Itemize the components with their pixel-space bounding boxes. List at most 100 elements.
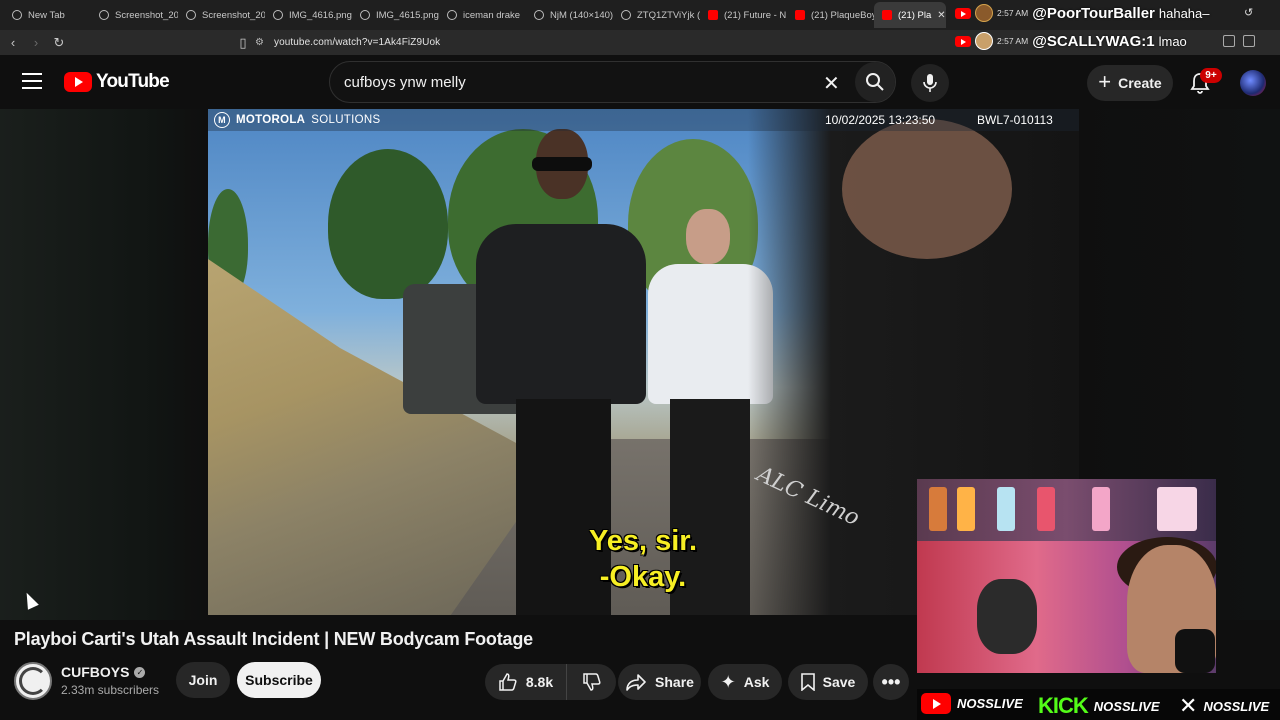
back-icon[interactable]: ‹: [3, 33, 23, 53]
tab-title: iceman drake: [463, 9, 521, 21]
tab-title: (21) Future - N: [724, 9, 787, 21]
chat-text: hahaha–: [1158, 5, 1210, 21]
browser-tab[interactable]: New Tab: [4, 2, 91, 28]
clear-icon[interactable]: ✕: [823, 71, 840, 96]
avatar: [975, 4, 993, 22]
voice-search-button[interactable]: [911, 64, 949, 102]
thumbs-down-icon: [583, 673, 601, 691]
brand-name: MOTOROLA: [236, 114, 306, 126]
share-button[interactable]: Share: [618, 664, 701, 700]
chat-user: @SCALLYWAG:1: [1032, 32, 1155, 50]
like-count: 8.8k: [525, 674, 554, 690]
browser-tab[interactable]: (21) PlaqueBoy: [787, 2, 874, 28]
x-icon: ✕: [1179, 693, 1198, 718]
bookmark-icon[interactable]: ▯: [233, 33, 253, 53]
microphone-icon: [1175, 629, 1215, 673]
logo-text: YouTube: [96, 71, 170, 92]
ask-button[interactable]: ✦ Ask: [708, 664, 782, 700]
web-icon: [273, 10, 283, 20]
tab-title: (21) PlaqueBoy: [811, 9, 874, 21]
chat-time: 2:57 AM: [997, 8, 1029, 18]
forward-icon[interactable]: ›: [26, 33, 46, 53]
youtube-icon: [955, 35, 971, 47]
reload-icon[interactable]: ↻: [49, 33, 69, 53]
tree: [328, 149, 448, 299]
subtitle-line: Yes, sir.: [588, 525, 698, 557]
avatar[interactable]: [1240, 70, 1266, 96]
share-label: Share: [655, 674, 694, 690]
webcam-shelf: [917, 479, 1216, 541]
ask-label: Ask: [743, 674, 770, 690]
search-icon: [866, 73, 884, 91]
tab-title: Screenshot_20: [202, 9, 265, 21]
create-button[interactable]: + Create: [1087, 65, 1173, 101]
join-button[interactable]: Join: [176, 662, 230, 698]
subscribe-button[interactable]: Subscribe: [237, 662, 321, 698]
youtube-icon: [921, 693, 951, 714]
join-label: Join: [188, 672, 218, 688]
bodycam-timestamp: 10/02/2025 13:23:50: [825, 113, 936, 127]
youtube-icon: [955, 7, 971, 19]
youtube-icon: [708, 10, 718, 20]
social-kick: KICK NOSSLIVE: [1038, 693, 1160, 719]
browser-tab[interactable]: (21) Future - N: [700, 2, 787, 28]
social-x: ✕ NOSSLIVE: [1179, 693, 1269, 719]
youtube-icon: [64, 72, 92, 92]
search-button[interactable]: [855, 62, 895, 102]
sparkle-icon: ✦: [720, 671, 736, 692]
avatar: [975, 32, 993, 50]
browser-tab[interactable]: ZTQ1ZTViYjk (: [613, 2, 700, 28]
bodycam-overlay: M MOTOROLA SOLUTIONS 10/02/2025 13:23:50…: [208, 109, 1079, 131]
youtube-logo[interactable]: YouTube: [64, 71, 170, 93]
officer-hand: [842, 119, 1012, 259]
browser-tab[interactable]: iceman drake: [439, 2, 526, 28]
channel-avatar[interactable]: [14, 662, 52, 700]
bookmark-icon: [800, 673, 815, 691]
tab-title: IMG_4616.png: [289, 9, 352, 21]
browser-tab[interactable]: Screenshot_20: [178, 2, 265, 28]
like-button[interactable]: 8.8k: [485, 664, 567, 700]
browser-tab-active[interactable]: (21) Pla ✕: [874, 2, 946, 28]
video-subtitle: Yes, sir. -Okay.: [568, 523, 718, 595]
plus-icon: +: [1098, 68, 1112, 94]
channel-name-text: CUFBOYS: [61, 664, 130, 680]
browser-tab[interactable]: IMG_4616.png: [265, 2, 352, 28]
web-icon: [99, 10, 109, 20]
menu-icon[interactable]: [22, 73, 42, 89]
more-actions-button[interactable]: •••: [873, 664, 909, 700]
chat-message: 2:57 AM @PoorTourBaller hahaha–: [955, 4, 1210, 22]
video-title: Playboi Carti's Utah Assault Incident | …: [14, 629, 533, 649]
search-input[interactable]: cufboys ynw melly ✕: [329, 61, 896, 103]
youtube-icon: [882, 10, 892, 20]
browser-tab[interactable]: Screenshot_20: [91, 2, 178, 28]
social-handles-strip: NOSSLIVE KICK NOSSLIVE ✕ NOSSLIVE: [917, 689, 1280, 720]
browser-tab[interactable]: IMG_4615.png: [352, 2, 439, 28]
more-icon: •••: [881, 671, 901, 692]
site-info-icon[interactable]: ⚙: [255, 37, 264, 48]
channel-name[interactable]: CUFBOYS ✓: [61, 664, 146, 680]
save-button[interactable]: Save: [788, 664, 868, 700]
save-label: Save: [822, 674, 856, 690]
browser-tab[interactable]: NjM (140×140): [526, 2, 613, 28]
subscribe-label: Subscribe: [245, 672, 313, 688]
web-icon: [447, 10, 457, 20]
brand-suffix: SOLUTIONS: [311, 114, 381, 126]
web-icon: [360, 10, 370, 20]
mic-icon: [923, 74, 937, 92]
social-youtube: NOSSLIVE: [921, 693, 1023, 714]
chat-user: @PoorTourBaller: [1032, 4, 1155, 22]
dislike-button[interactable]: [568, 664, 616, 700]
kick-logo: KICK: [1038, 693, 1089, 718]
url-text: youtube.com/watch?v=1Ak4FiZ9Uok: [273, 37, 441, 48]
motorola-logo-icon: M: [214, 112, 230, 128]
web-icon: [621, 10, 631, 20]
stream-chat-overlay: 2:57 AM @PoorTourBaller hahaha– 2:57 AM …: [955, 2, 1280, 54]
chat-message: 2:57 AM @SCALLYWAG:1 lmao: [955, 32, 1187, 50]
social-handle: NOSSLIVE: [1203, 698, 1270, 714]
close-icon[interactable]: ✕: [937, 10, 945, 21]
search-query: cufboys ynw melly: [344, 74, 466, 91]
webcam-mask-poster: [977, 579, 1037, 654]
tab-title: ZTQ1ZTViYjk (: [637, 9, 700, 21]
notification-badge: 9+: [1200, 68, 1222, 83]
web-icon: [186, 10, 196, 20]
